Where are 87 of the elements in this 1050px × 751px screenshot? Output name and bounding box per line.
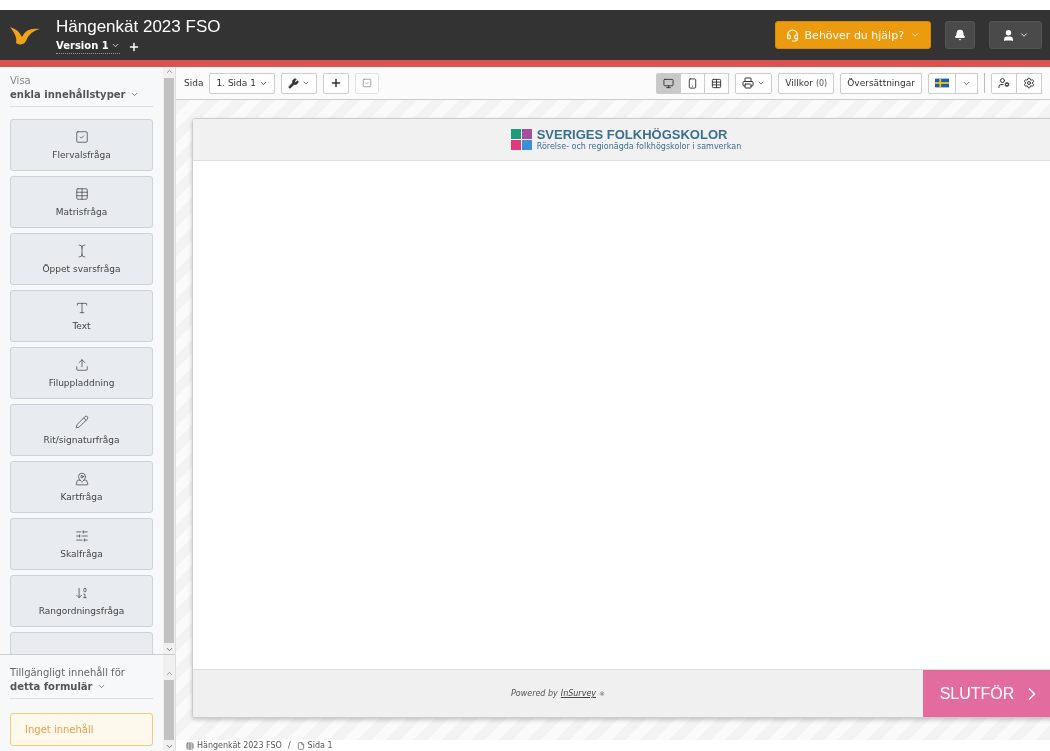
translations-button[interactable]: Översättningar: [840, 72, 922, 94]
content-type-label: Text: [72, 321, 91, 331]
language-button[interactable]: [928, 72, 956, 94]
content-type-label: Skalfråga: [60, 549, 103, 559]
content-type-card[interactable]: Rangordningsfråga: [10, 575, 153, 627]
view-mode-button[interactable]: [656, 72, 682, 94]
add-page-button[interactable]: [322, 72, 349, 94]
scroll-down-icon: [164, 742, 174, 751]
user-icon: [1002, 28, 1015, 42]
scrollbar-thumb[interactable]: [164, 680, 174, 740]
breadcrumb-item[interactable]: Sida 1: [307, 740, 333, 751]
printer-icon: [742, 77, 755, 89]
content-type-card[interactable]: Skalfråga: [10, 518, 153, 570]
plus-icon: [329, 77, 342, 89]
content-type-card[interactable]: Kartfråga: [10, 461, 153, 513]
checkbox-icon: [361, 78, 372, 88]
view-mode-button[interactable]: [680, 72, 706, 94]
available-filter[interactable]: detta formulär: [10, 681, 153, 692]
tools-button[interactable]: [280, 72, 317, 94]
user-menu-button[interactable]: [989, 21, 1042, 49]
content-type-label: Kartfråga: [60, 492, 103, 502]
headset-icon: [785, 28, 799, 42]
settings-icon: [1023, 77, 1035, 89]
check-button[interactable]: [354, 72, 379, 94]
caret-icon: [910, 30, 920, 40]
caret-icon: [1019, 30, 1029, 40]
scroll-up-icon: [164, 67, 174, 76]
insurvey-link[interactable]: InSurvey: [560, 689, 597, 698]
upload-icon: [74, 358, 89, 372]
version-dropdown[interactable]: Version 1: [56, 39, 120, 54]
user-settings-button[interactable]: [991, 72, 1017, 94]
breadcrumb-item[interactable]: Hängenkät 2023 FSO: [197, 740, 282, 751]
caret-icon: [757, 79, 766, 87]
logo-subtitle: Rörelse- och regionägda folkhögskolor i samverkan: [536, 142, 742, 151]
wrench-icon: [287, 77, 299, 89]
file-icon: [296, 741, 305, 750]
breadcrumb-separator: /: [287, 740, 291, 751]
scrollbar[interactable]: [163, 67, 175, 654]
table-icon: [711, 77, 723, 89]
content-type-card[interactable]: Text: [10, 290, 153, 342]
notifications-button[interactable]: [945, 21, 975, 49]
monitor-icon: [663, 77, 675, 89]
content-type-card[interactable]: Filuppladdning: [10, 347, 153, 399]
swedish-flag-icon: [935, 78, 949, 88]
content-type-label: Rit/signaturfråga: [43, 435, 120, 445]
pencil-icon: [74, 415, 89, 429]
content-type-card[interactable]: Flervalsfråga: [10, 119, 153, 171]
logo-title: SVERIGES FOLKHÖGSKOLOR: [536, 128, 729, 142]
caret-icon: [129, 90, 139, 99]
checkbox-icon: [74, 130, 89, 144]
content-type-card[interactable]: Matrisfråga: [10, 176, 153, 228]
add-icon[interactable]: [127, 40, 140, 53]
sliders-icon: [74, 529, 89, 543]
available-label: Tillgängligt innehåll för: [10, 667, 126, 678]
content-type-label: Rangordningsfråga: [38, 606, 125, 616]
phone-icon: [687, 77, 699, 89]
content-type-label: Öppet svarsfråga: [42, 264, 121, 274]
user-gear-icon: [998, 77, 1010, 89]
bell-icon: [954, 29, 966, 41]
page-label: Sida: [184, 78, 204, 88]
view-mode-button[interactable]: [704, 72, 730, 94]
map-icon: [74, 472, 89, 486]
sort-icon: [74, 586, 89, 600]
caret-icon: [301, 79, 310, 87]
content-type-label: Flervalsfråga: [52, 150, 111, 160]
scrollbar[interactable]: [163, 655, 175, 751]
survey-title: Hängenkät 2023 FSO: [56, 16, 222, 37]
page-select[interactable]: 1. Sida 1: [209, 72, 275, 94]
content-type-card[interactable]: Öppet svarsfråga: [10, 233, 153, 285]
content-type-card[interactable]: Rit/signaturfråga: [10, 404, 153, 456]
table-icon: [74, 187, 89, 201]
content-type-label: Matrisfråga: [55, 207, 108, 217]
letter-icon: [74, 301, 89, 315]
table-icon: [186, 741, 194, 750]
scroll-down-icon: [164, 645, 174, 654]
empty-message: Inget innehåll: [10, 713, 153, 746]
scrollbar-thumb[interactable]: [164, 78, 174, 643]
content-type-filter[interactable]: enkla innehållstyper: [10, 89, 153, 100]
show-label: Visa: [10, 75, 32, 86]
caret-icon: [96, 682, 106, 691]
powered-by-text: Powered by: [510, 689, 558, 698]
logo-icon: [510, 128, 533, 151]
conditions-button[interactable]: Villkor (0): [778, 72, 835, 94]
scroll-up-icon: [164, 669, 174, 678]
content-type-label: Filuppladdning: [48, 378, 115, 388]
print-button[interactable]: [735, 72, 773, 94]
settings-button[interactable]: [1016, 72, 1042, 94]
